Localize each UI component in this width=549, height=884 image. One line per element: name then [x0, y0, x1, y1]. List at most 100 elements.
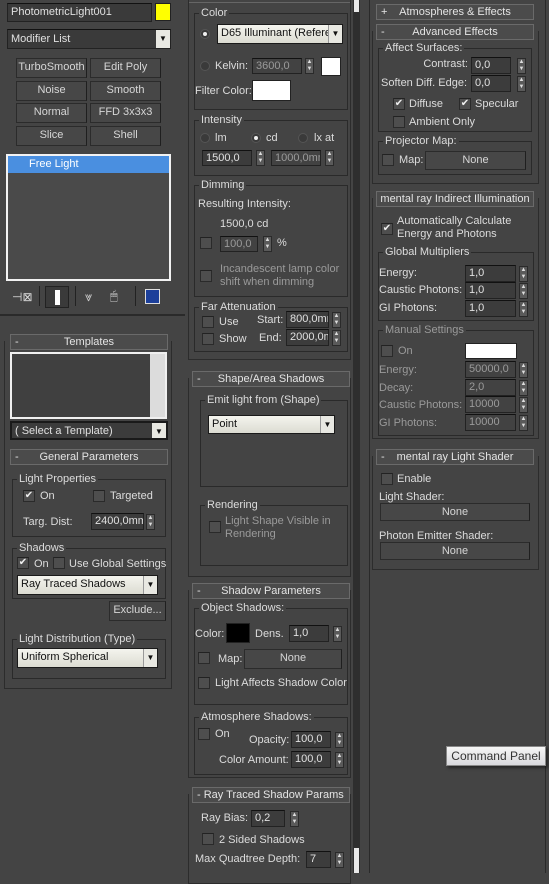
candela-radio[interactable]: [251, 133, 261, 143]
modifier-button-turbosmooth[interactable]: TurboSmooth: [16, 58, 87, 78]
spinner-arrows-icon[interactable]: ▲ ▼: [519, 283, 528, 299]
spinner-arrows-icon[interactable]: ▲ ▼: [335, 852, 344, 868]
spinner-arrows-icon[interactable]: ▲ ▼: [519, 380, 528, 396]
ray-traced-shadow-params-header[interactable]: - Ray Traced Shadow Params: [192, 787, 350, 803]
far-start-spinner[interactable]: 800,0mm: [286, 311, 329, 328]
advanced-effects-header[interactable]: - Advanced Effects: [376, 24, 534, 40]
templates-rollout-header[interactable]: - Templates: [10, 334, 168, 350]
emit-shape-dropdown[interactable]: Point ▼: [208, 415, 335, 434]
light-distribution-dropdown[interactable]: Uniform Spherical ▼: [17, 648, 158, 668]
make-unique-icon[interactable]: ⩔: [85, 290, 92, 303]
shadow-type-dropdown[interactable]: Ray Traced Shadows ▼: [17, 575, 158, 595]
ray-bias-spinner[interactable]: 0,2: [251, 810, 285, 827]
modifier-button-shell[interactable]: Shell: [90, 126, 161, 146]
chevron-down-icon[interactable]: ▼: [152, 423, 166, 438]
far-use-checkbox[interactable]: [202, 316, 214, 328]
spinner-arrows-icon[interactable]: ▲ ▼: [305, 58, 314, 74]
far-end-spinner[interactable]: 2000,0mm: [286, 329, 329, 346]
scrollbar-thumb-top[interactable]: [354, 0, 359, 12]
manual-gi-photons-spinner[interactable]: 10000: [465, 414, 516, 431]
two-sided-shadows-checkbox[interactable]: [202, 833, 214, 845]
exclude-button[interactable]: Exclude...: [109, 601, 166, 621]
spinner-arrows-icon[interactable]: ▲ ▼: [256, 150, 265, 166]
color-amount-spinner[interactable]: 100,0: [291, 751, 331, 768]
caustic-photons-spinner[interactable]: 1,0: [465, 282, 516, 299]
decay-spinner[interactable]: 2,0: [465, 379, 516, 396]
spinner-arrows-icon[interactable]: ▲ ▼: [519, 266, 528, 282]
spinner-arrows-icon[interactable]: ▲ ▼: [335, 752, 344, 768]
spinner-arrows-icon[interactable]: ▲ ▼: [335, 732, 344, 748]
spinner-arrows-icon[interactable]: ▲ ▼: [517, 58, 526, 74]
configure-modifier-sets-icon[interactable]: [145, 289, 160, 304]
modifier-list-dropdown[interactable]: Modifier List ▼: [7, 29, 171, 49]
mental-ray-light-shader-header[interactable]: - mental ray Light Shader: [376, 449, 534, 465]
spinner-arrows-icon[interactable]: ▲ ▼: [519, 362, 528, 378]
use-global-settings-checkbox[interactable]: [53, 557, 65, 569]
chevron-down-icon[interactable]: ▼: [156, 30, 170, 48]
gi-photons-spinner[interactable]: 1,0: [465, 300, 516, 317]
modifier-button-smooth[interactable]: Smooth: [90, 81, 161, 101]
energy-spinner[interactable]: 1,0: [465, 265, 516, 282]
atmosphere-shadows-on-checkbox[interactable]: [198, 728, 210, 740]
modifier-button-normal[interactable]: Normal: [16, 103, 87, 123]
modifier-button-edit-poly[interactable]: Edit Poly: [90, 58, 161, 78]
show-end-result-icon[interactable]: [45, 286, 69, 308]
light-affects-shadow-checkbox[interactable]: [198, 677, 210, 689]
general-parameters-rollout-header[interactable]: - General Parameters: [10, 449, 168, 465]
lux-radio[interactable]: [298, 133, 308, 143]
object-color-swatch[interactable]: [155, 3, 171, 21]
manual-caustic-photons-spinner[interactable]: 10000: [465, 396, 516, 413]
projector-map-checkbox[interactable]: [382, 154, 394, 166]
projector-map-button[interactable]: None: [425, 151, 526, 170]
remove-modifier-icon[interactable]: 🖱: [110, 289, 118, 302]
enable-shader-checkbox[interactable]: [381, 473, 393, 485]
stack-item-free-light[interactable]: Free Light: [8, 156, 169, 173]
targ-dist-spinner[interactable]: 2400,0mm: [91, 513, 144, 530]
spinner-arrows-icon[interactable]: ▲ ▼: [263, 236, 272, 252]
auto-calculate-checkbox[interactable]: ✔: [381, 223, 393, 235]
far-show-checkbox[interactable]: [202, 333, 214, 345]
modifier-stack-list[interactable]: Free Light: [6, 154, 171, 281]
spinner-arrows-icon[interactable]: ▲ ▼: [519, 301, 528, 317]
intensity-spinner[interactable]: 1500,0: [202, 150, 252, 166]
photon-emitter-shader-button[interactable]: None: [380, 542, 530, 560]
specular-checkbox[interactable]: ✔: [459, 98, 471, 110]
spinner-arrows-icon[interactable]: ▲ ▼: [290, 811, 299, 827]
dimming-percent-spinner[interactable]: 100,0: [220, 236, 258, 252]
panel-scrollbar[interactable]: [353, 0, 360, 873]
shadow-parameters-header[interactable]: - Shadow Parameters: [192, 583, 350, 599]
manual-color-swatch[interactable]: [465, 343, 517, 359]
atmospheres-effects-header[interactable]: + Atmospheres & Effects: [376, 4, 534, 20]
diffuse-checkbox[interactable]: ✔: [393, 98, 405, 110]
kelvin-color-swatch[interactable]: [321, 57, 341, 76]
max-quadtree-depth-spinner[interactable]: 7: [306, 851, 331, 868]
color-preset-radio[interactable]: [200, 29, 210, 39]
spinner-arrows-icon[interactable]: ▲ ▼: [332, 330, 341, 346]
spinner-arrows-icon[interactable]: ▲ ▼: [146, 514, 155, 530]
opacity-spinner[interactable]: 100,0: [291, 731, 331, 748]
modifier-button-ffd[interactable]: FFD 3x3x3: [90, 103, 161, 123]
spinner-arrows-icon[interactable]: ▲ ▼: [333, 626, 342, 642]
incandescent-checkbox[interactable]: [200, 270, 212, 282]
shadow-map-button[interactable]: None: [244, 649, 342, 669]
contrast-spinner[interactable]: 0,0: [471, 57, 511, 74]
shadow-color-swatch[interactable]: [226, 623, 250, 643]
shadows-on-checkbox[interactable]: ✔: [17, 557, 29, 569]
templates-list[interactable]: [10, 352, 167, 419]
kelvin-spinner[interactable]: 3600,0: [252, 58, 302, 74]
pin-stack-icon[interactable]: ⊣⊠: [12, 291, 33, 304]
spinner-arrows-icon[interactable]: ▲ ▼: [325, 150, 334, 166]
density-spinner[interactable]: 1,0: [289, 625, 329, 642]
spinner-arrows-icon[interactable]: ▲ ▼: [519, 397, 528, 413]
spinner-arrows-icon[interactable]: ▲ ▼: [517, 76, 526, 92]
lumen-radio[interactable]: [200, 133, 210, 143]
soften-diff-edge-spinner[interactable]: 0,0: [471, 75, 511, 92]
light-on-checkbox[interactable]: ✔: [23, 490, 35, 502]
template-select-dropdown[interactable]: ( Select a Template) ▼: [10, 421, 168, 440]
ambient-only-checkbox[interactable]: [393, 116, 405, 128]
color-preset-dropdown[interactable]: D65 Illuminant (Refere ▼: [217, 24, 343, 44]
targeted-checkbox[interactable]: [93, 490, 105, 502]
light-shape-visible-checkbox[interactable]: [209, 521, 221, 533]
templates-scrollbar[interactable]: [150, 354, 165, 417]
shadow-map-checkbox[interactable]: [198, 652, 210, 664]
